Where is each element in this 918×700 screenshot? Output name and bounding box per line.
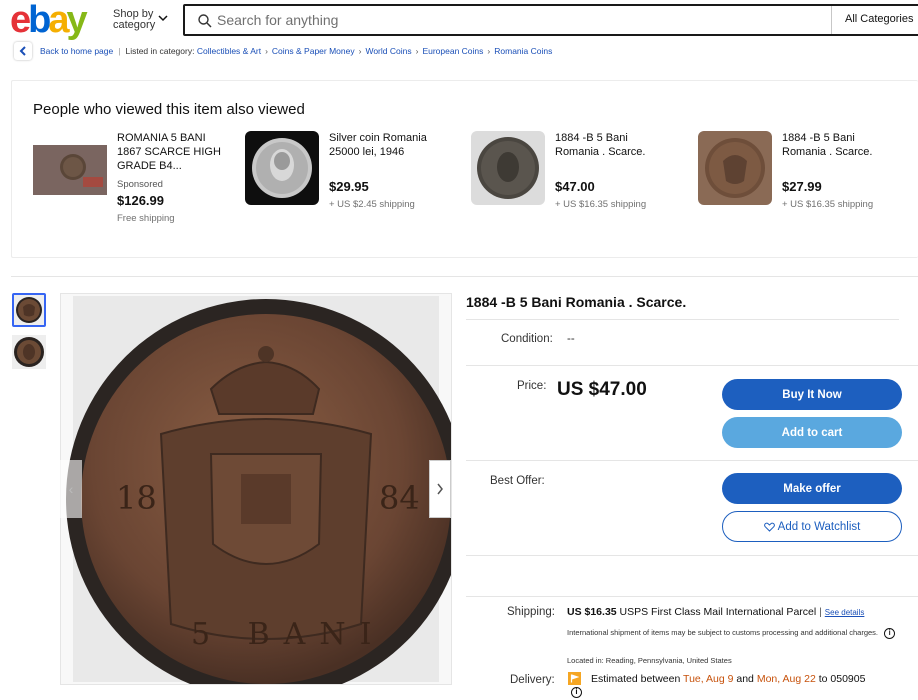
delivery-prefix: Estimated between — [591, 673, 681, 685]
thumbnail-selected[interactable] — [12, 293, 46, 327]
chevron-right-icon: › — [415, 46, 419, 56]
chevron-left-icon — [19, 46, 26, 56]
logo-letter-e: e — [10, 0, 31, 41]
chevron-right-icon: › — [358, 46, 362, 56]
product-price: $29.95 — [329, 179, 369, 194]
shipping-value: US $16.35 USPS First Class Mail Internat… — [567, 606, 865, 618]
delivery-start-date: Tue, Aug 9 — [683, 673, 734, 685]
condition-value: -- — [567, 333, 575, 345]
product-title[interactable]: 1884 -B 5 Bani Romania . Scarce. — [782, 131, 892, 159]
product-price: $126.99 — [117, 193, 164, 208]
breadcrumb-item[interactable]: Collectibles & Art — [197, 46, 261, 56]
search-icon — [198, 14, 212, 28]
product-image[interactable] — [698, 131, 772, 205]
delivery-end-date: Mon, Aug 22 — [756, 673, 816, 685]
price-label: Price: — [517, 380, 547, 392]
also-viewed-title: People who viewed this item also viewed — [33, 101, 305, 118]
category-select[interactable]: All Categories — [845, 13, 913, 25]
breadcrumb-item[interactable]: European Coins — [422, 46, 483, 56]
divider — [466, 460, 918, 461]
header: ebay Shop by category All Categories — [0, 0, 918, 42]
product-title[interactable]: Silver coin Romania 25000 lei, 1946 — [329, 131, 439, 159]
item-title: 1884 -B 5 Bani Romania . Scarce. — [466, 294, 687, 310]
chevron-right-icon: › — [487, 46, 491, 56]
shipping-label: Shipping: — [507, 606, 555, 618]
chevron-right-icon: › — [265, 46, 268, 56]
delivery-zip: to 050905 — [818, 673, 866, 685]
divider — [831, 6, 832, 34]
product-image[interactable] — [471, 131, 545, 205]
back-button[interactable] — [14, 42, 32, 60]
next-image-button[interactable] — [429, 460, 451, 518]
breadcrumb: Back to home page | Listed in category: … — [14, 42, 914, 60]
shipping-note: International shipment of items may be s… — [567, 626, 897, 640]
delivery-label: Delivery: — [510, 674, 555, 686]
buy-it-now-button[interactable]: Buy It Now — [722, 379, 902, 410]
add-to-cart-button[interactable]: Add to cart — [722, 417, 902, 448]
delivery-estimate: Estimated between Tue, Aug 9 and Mon, Au… — [591, 673, 865, 685]
shipping-service: USPS First Class Mail International Parc… — [619, 606, 817, 618]
search-bar[interactable]: All Categories — [183, 4, 918, 36]
shipping-note-text: International shipment of items may be s… — [567, 628, 879, 637]
watchlist-label: Add to Watchlist — [777, 520, 861, 533]
logo-letter-b: b — [28, 0, 51, 41]
main-product-image[interactable]: 18 84 5 BANI — [60, 293, 466, 699]
flag-icon — [568, 672, 581, 685]
divider — [466, 555, 918, 556]
ebay-logo[interactable]: ebay — [10, 0, 104, 41]
item-location: Located in: Reading, Pennsylvania, Unite… — [567, 656, 732, 665]
divider — [466, 319, 899, 320]
divider — [466, 596, 918, 597]
see-details-link[interactable]: See details — [825, 608, 865, 617]
product-shipping: Free shipping — [117, 213, 175, 224]
thumbnail[interactable] — [12, 335, 46, 369]
logo-letter-a: a — [48, 0, 69, 41]
chevron-right-icon — [437, 483, 443, 495]
breadcrumb-item[interactable]: Romania Coins — [494, 46, 552, 56]
product-shipping: + US $16.35 shipping — [782, 199, 874, 210]
product-title[interactable]: 1884 -B 5 Bani Romania . Scarce. — [555, 131, 665, 159]
make-offer-button[interactable]: Make offer — [722, 473, 902, 504]
sponsored-label: Sponsored — [117, 179, 163, 190]
coin-year-right: 84 — [379, 479, 420, 517]
item-price: US $47.00 — [557, 379, 647, 400]
add-to-watchlist-button[interactable]: Add to Watchlist — [722, 511, 902, 542]
condition-label: Condition: — [501, 333, 553, 345]
separator: | — [118, 46, 121, 56]
product-price: $47.00 — [555, 179, 595, 194]
also-viewed-panel: People who viewed this item also viewed … — [11, 80, 918, 258]
back-home-link[interactable]: Back to home page — [40, 46, 113, 56]
search-input[interactable] — [217, 10, 817, 30]
breadcrumb-item[interactable]: Coins & Paper Money — [272, 46, 355, 56]
shipping-cost: US $16.35 — [567, 606, 617, 618]
divider — [11, 276, 918, 277]
product-image[interactable] — [245, 131, 319, 205]
product-price: $27.99 — [782, 179, 822, 194]
info-icon[interactable]: i — [571, 687, 582, 698]
listed-in-label: Listed in category: — [125, 46, 195, 56]
heart-icon — [763, 522, 775, 532]
divider — [466, 365, 918, 366]
product-title[interactable]: ROMANIA 5 BANI 1867 SCARCE HIGH GRADE B4… — [117, 131, 227, 173]
chevron-down-icon[interactable] — [158, 14, 168, 22]
product-shipping: + US $16.35 shipping — [555, 199, 647, 210]
prev-image-button[interactable]: ‹ — [60, 460, 82, 518]
coin-denomination: 5 BANI — [191, 617, 385, 652]
delivery-and: and — [736, 673, 754, 685]
best-offer-label: Best Offer: — [490, 475, 545, 487]
coin-year-left: 18 — [116, 479, 157, 517]
logo-letter-y: y — [66, 0, 88, 41]
info-icon[interactable]: i — [884, 627, 896, 639]
product-image[interactable] — [33, 131, 107, 205]
product-shipping: + US $2.45 shipping — [329, 199, 415, 210]
breadcrumb-item[interactable]: World Coins — [365, 46, 411, 56]
